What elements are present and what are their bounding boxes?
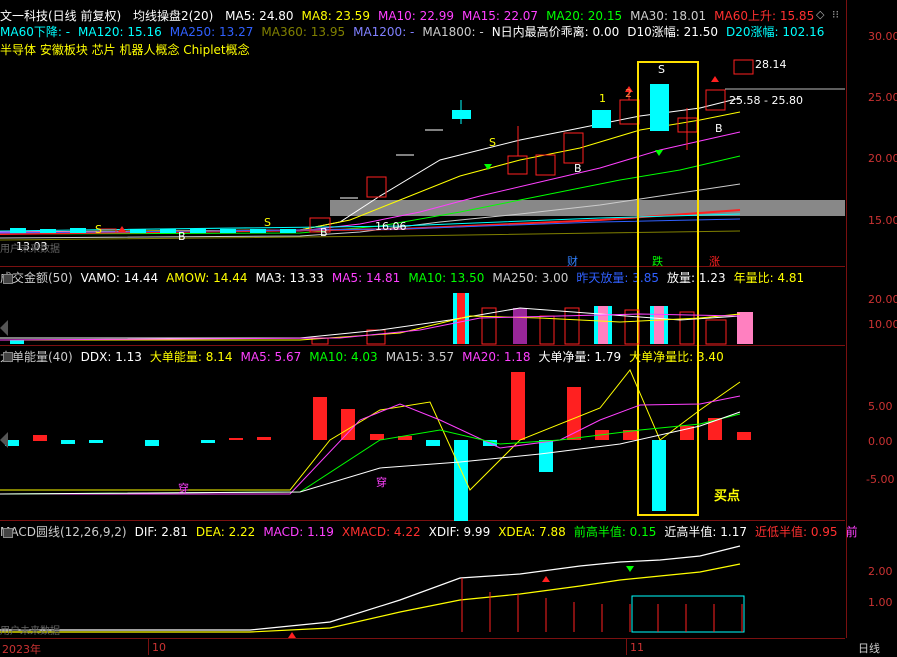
price-tick: 30.00 (868, 30, 897, 43)
support-band (330, 200, 845, 216)
cross-label: 穿 (376, 476, 387, 489)
ddx-tick: 5.00 (868, 400, 893, 413)
macd-tick: 2.00 (868, 565, 893, 578)
ddx-ma15-line (0, 411, 741, 495)
ddx-tick: -5.00 (866, 473, 895, 486)
cai-label: 财 (567, 255, 578, 268)
price-tick: 15.00 (868, 214, 897, 227)
ddx-ma5-line (0, 395, 741, 495)
volume-bars (10, 293, 753, 345)
b-mark: B (574, 162, 582, 175)
buy-point-label: 买点 (714, 489, 741, 504)
zhang-label: 涨 (709, 255, 720, 268)
vol-ma3-line (0, 307, 741, 339)
watermark: 用户未来数据 (0, 244, 60, 255)
macd-bars (461, 578, 743, 632)
scroll-left-icon[interactable] (0, 320, 8, 336)
chart-canvas[interactable] (0, 0, 845, 638)
die-label: 跌 (652, 255, 663, 268)
scroll-left-icon[interactable] (0, 432, 8, 448)
macd-box (631, 595, 745, 633)
s-mark: S (489, 136, 496, 149)
period-label[interactable]: 日线 (858, 640, 880, 656)
watermark: 用户未来数据 (0, 626, 60, 637)
up-arrow-icon (542, 576, 550, 582)
vol-tick: 10.00 (868, 318, 897, 331)
date-month-10: 10 (152, 641, 166, 654)
date-month-11: 11 (630, 641, 644, 654)
ddx-tick: 0.00 (868, 435, 893, 448)
b-mark: B (178, 230, 186, 243)
two-mark: 2 (625, 87, 632, 100)
one-mark: 1 (599, 92, 606, 105)
date-axis (0, 638, 845, 656)
price-tick: 25.00 (868, 91, 897, 104)
ddx-ma10-line (0, 413, 741, 495)
s-mark: S (658, 63, 665, 76)
last-price-label: 28.14 (755, 58, 787, 71)
down-arrow-icon (655, 150, 663, 156)
price-tick: 20.00 (868, 152, 897, 165)
s-mark: S (95, 223, 102, 236)
cross-label: 穿 (178, 482, 189, 495)
up-arrow-icon (288, 632, 296, 638)
ddx-bars (5, 372, 751, 521)
dea-line (0, 563, 741, 633)
down-arrow-icon (626, 566, 634, 572)
up-arrow-icon (711, 76, 719, 82)
vol-amow-line (0, 313, 741, 341)
vol-ma5-line (0, 313, 741, 341)
b-mark: B (715, 122, 723, 135)
b-mark: B (320, 226, 328, 239)
s-mark: S (264, 216, 271, 229)
macd-tick: 1.00 (868, 596, 893, 609)
price-range-label: 25.58 - 25.80 (729, 94, 803, 107)
mid-price-label: 16.06 (375, 220, 407, 233)
dif-line (0, 545, 741, 631)
vol-tick: 20.00 (868, 293, 897, 306)
